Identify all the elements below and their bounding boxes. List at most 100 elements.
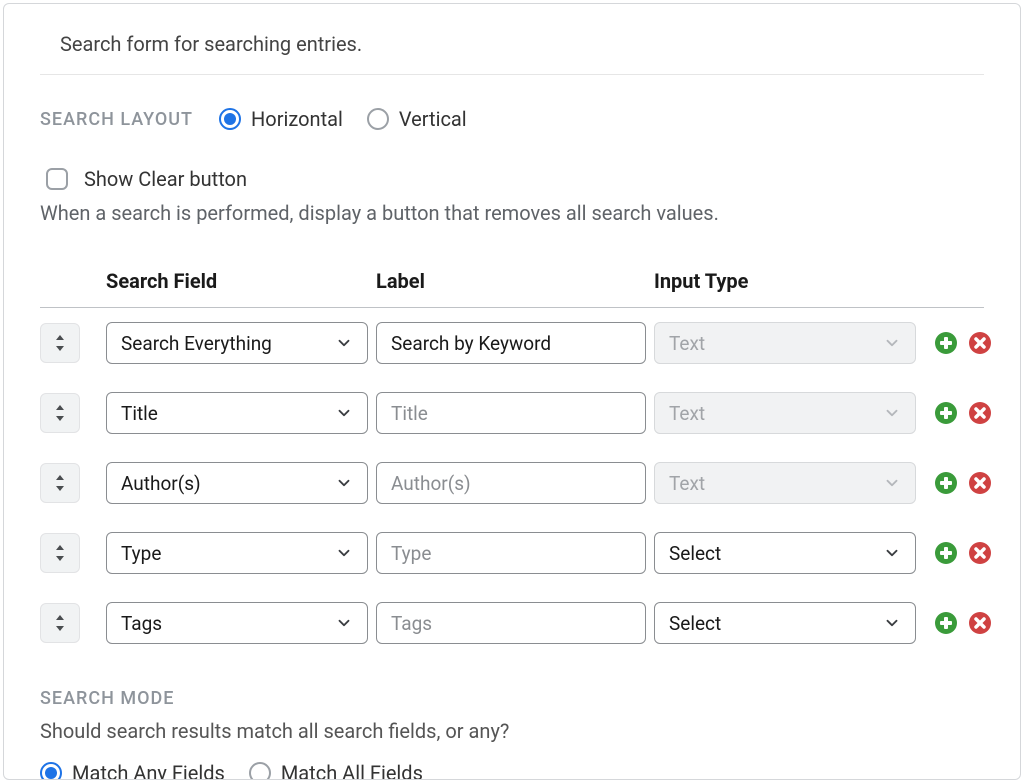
remove-row-button[interactable] xyxy=(968,611,992,635)
chevron-down-icon xyxy=(335,404,353,422)
plus-circle-icon xyxy=(934,541,958,565)
table-row: Title Title Text xyxy=(40,378,984,448)
remove-row-button[interactable] xyxy=(968,401,992,425)
chevron-down-icon xyxy=(883,474,901,492)
search-mode-help: Should search results match all search f… xyxy=(40,719,984,743)
select-value: Select xyxy=(669,542,883,565)
table-row: Search Everything Search by Keyword Text xyxy=(40,308,984,378)
label-input[interactable]: Author(s) xyxy=(376,462,646,504)
select-value: Text xyxy=(669,472,883,495)
add-row-button[interactable] xyxy=(934,331,958,355)
chevron-down-icon xyxy=(335,544,353,562)
input-value: Author(s) xyxy=(391,472,631,495)
plus-circle-icon xyxy=(934,471,958,495)
add-row-button[interactable] xyxy=(934,541,958,565)
mode-all-radio[interactable]: Match All Fields xyxy=(249,761,423,780)
row-actions xyxy=(924,401,1014,425)
select-value: Select xyxy=(669,612,883,635)
radio-checked-icon xyxy=(219,108,241,130)
x-circle-icon xyxy=(968,471,992,495)
search-field-select[interactable]: Type xyxy=(106,532,368,574)
search-layout-radio-group: Horizontal Vertical xyxy=(219,107,467,131)
select-value: Text xyxy=(669,332,883,355)
table-row: Author(s) Author(s) Text xyxy=(40,448,984,518)
add-row-button[interactable] xyxy=(934,471,958,495)
drag-handle[interactable] xyxy=(40,603,80,643)
plus-circle-icon xyxy=(934,611,958,635)
select-value: Title xyxy=(121,402,335,425)
table-row: Tags Tags Select xyxy=(40,588,984,658)
widget-description: Search form for searching entries. xyxy=(40,26,984,75)
row-actions xyxy=(924,331,1014,355)
header-input-type: Input Type xyxy=(654,269,916,293)
sort-icon xyxy=(53,544,67,562)
radio-unchecked-icon xyxy=(367,108,389,130)
chevron-down-icon xyxy=(883,614,901,632)
select-value: Tags xyxy=(121,612,335,635)
mode-any-radio[interactable]: Match Any Fields xyxy=(40,761,225,780)
x-circle-icon xyxy=(968,541,992,565)
x-circle-icon xyxy=(968,331,992,355)
search-fields-table: Search Field Label Input Type Search Eve… xyxy=(40,269,984,658)
table-row: Type Type Select xyxy=(40,518,984,588)
label-input[interactable]: Search by Keyword xyxy=(376,322,646,364)
select-value: Type xyxy=(121,542,335,565)
remove-row-button[interactable] xyxy=(968,471,992,495)
remove-row-button[interactable] xyxy=(968,541,992,565)
input-type-select: Text xyxy=(654,462,916,504)
label-input[interactable]: Tags xyxy=(376,602,646,644)
sort-icon xyxy=(53,334,67,352)
x-circle-icon xyxy=(968,611,992,635)
label-input[interactable]: Title xyxy=(376,392,646,434)
show-clear-checkbox-row: Show Clear button xyxy=(46,167,984,191)
table-header: Search Field Label Input Type xyxy=(40,269,984,308)
search-layout-label: SEARCH LAYOUT xyxy=(40,109,193,130)
chevron-down-icon xyxy=(335,474,353,492)
search-mode-radio-group: Match Any Fields Match All Fields xyxy=(40,761,984,780)
chevron-down-icon xyxy=(335,334,353,352)
header-search-field: Search Field xyxy=(106,269,368,293)
input-type-select: Text xyxy=(654,322,916,364)
row-actions xyxy=(924,541,1014,565)
layout-horizontal-radio[interactable]: Horizontal xyxy=(219,107,343,131)
drag-handle[interactable] xyxy=(40,463,80,503)
select-value: Search Everything xyxy=(121,332,335,355)
search-field-select[interactable]: Search Everything xyxy=(106,322,368,364)
search-field-select[interactable]: Title xyxy=(106,392,368,434)
chevron-down-icon xyxy=(883,404,901,422)
sort-icon xyxy=(53,474,67,492)
search-mode-section: SEARCH MODE Should search results match … xyxy=(40,688,984,780)
plus-circle-icon xyxy=(934,401,958,425)
radio-checked-icon xyxy=(40,762,62,780)
show-clear-label: Show Clear button xyxy=(84,167,247,191)
remove-row-button[interactable] xyxy=(968,331,992,355)
drag-handle[interactable] xyxy=(40,393,80,433)
input-value: Search by Keyword xyxy=(391,332,631,355)
input-type-select[interactable]: Select xyxy=(654,532,916,574)
row-actions xyxy=(924,611,1014,635)
add-row-button[interactable] xyxy=(934,611,958,635)
input-value: Title xyxy=(391,402,631,425)
show-clear-checkbox[interactable] xyxy=(46,168,68,190)
settings-panel: Search form for searching entries. SEARC… xyxy=(3,3,1021,780)
chevron-down-icon xyxy=(883,544,901,562)
drag-handle[interactable] xyxy=(40,323,80,363)
label-input[interactable]: Type xyxy=(376,532,646,574)
drag-handle[interactable] xyxy=(40,533,80,573)
input-value: Tags xyxy=(391,612,631,635)
row-actions xyxy=(924,471,1014,495)
search-mode-label: SEARCH MODE xyxy=(40,688,984,709)
select-value: Text xyxy=(669,402,883,425)
x-circle-icon xyxy=(968,401,992,425)
input-type-select: Text xyxy=(654,392,916,434)
search-field-select[interactable]: Tags xyxy=(106,602,368,644)
sort-icon xyxy=(53,404,67,422)
layout-vertical-radio[interactable]: Vertical xyxy=(367,107,467,131)
chevron-down-icon xyxy=(335,614,353,632)
search-field-select[interactable]: Author(s) xyxy=(106,462,368,504)
chevron-down-icon xyxy=(883,334,901,352)
add-row-button[interactable] xyxy=(934,401,958,425)
search-layout-section: SEARCH LAYOUT Horizontal Vertical xyxy=(40,107,984,131)
input-type-select[interactable]: Select xyxy=(654,602,916,644)
header-label: Label xyxy=(376,269,646,293)
